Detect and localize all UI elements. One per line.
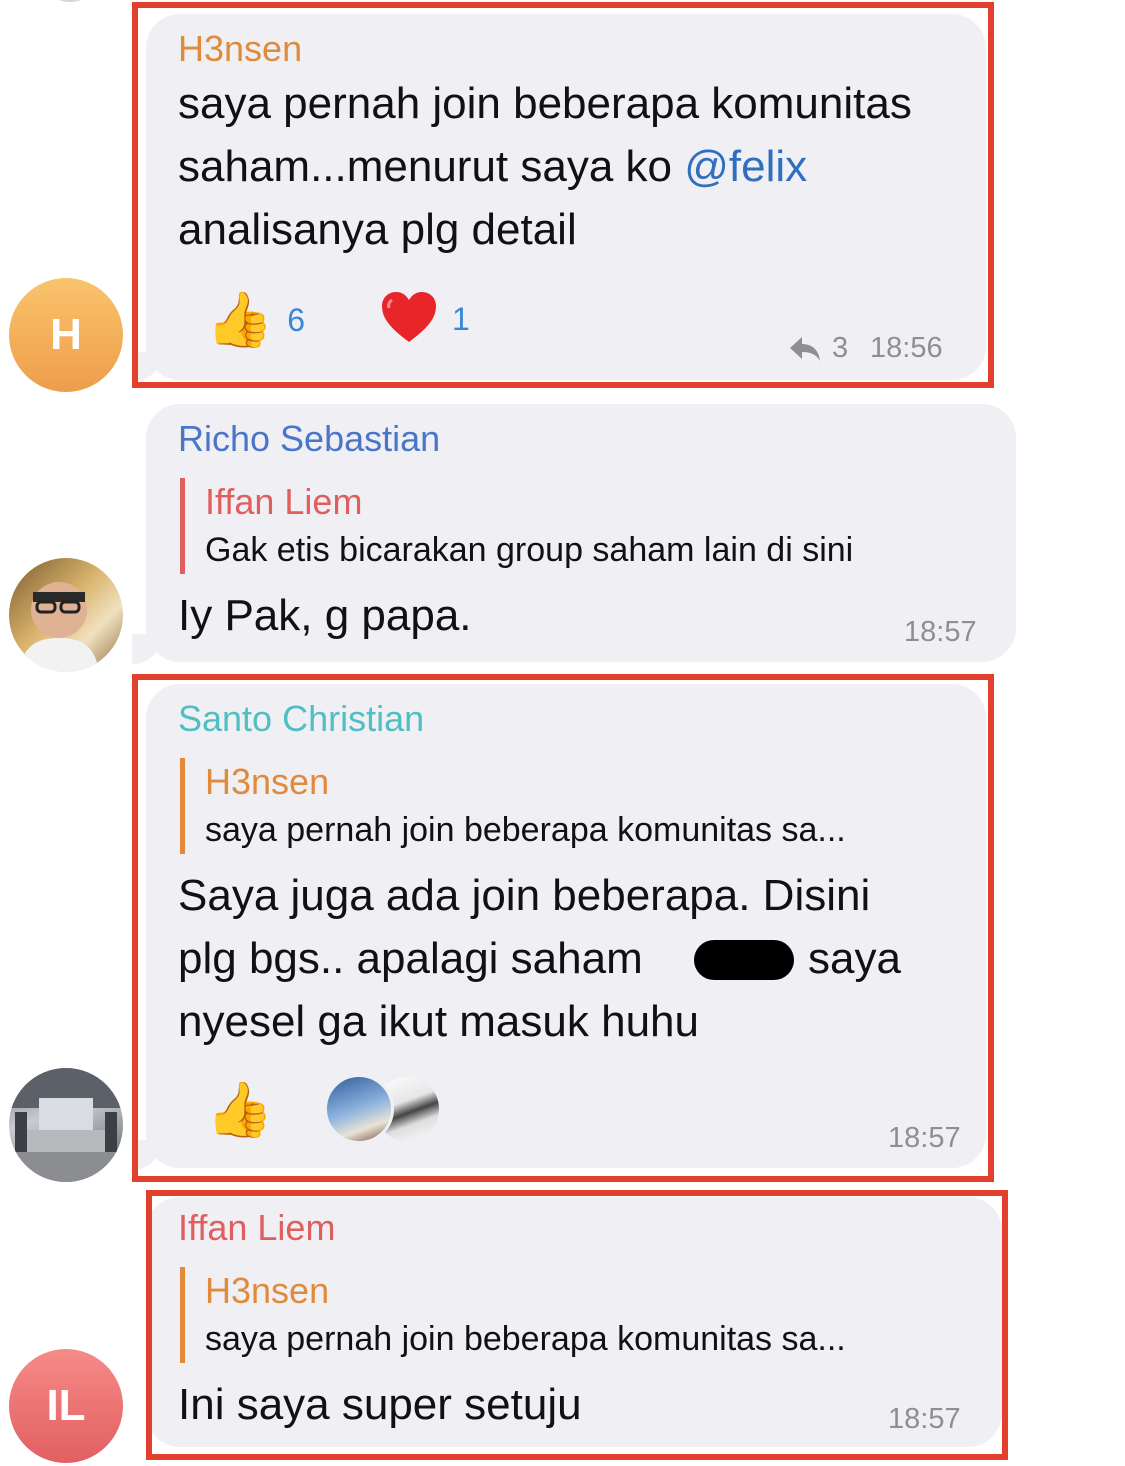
reply-quote-text: Gak etis bicarakan group saham lain di s… — [205, 531, 854, 569]
message-bubble[interactable]: Richo Sebastian Iffan Liem Gak etis bica… — [146, 404, 1016, 662]
message-text: Iy Pak, g papa. — [178, 591, 472, 640]
avatar-iffan-liem[interactable]: IL — [9, 1349, 123, 1463]
avatar-initial: IL — [46, 1381, 86, 1430]
avatar-partial — [30, 0, 110, 2]
reply-quote[interactable]: Iffan Liem Gak etis bicarakan group saha… — [180, 478, 853, 574]
person-photo-icon — [19, 582, 99, 672]
avatar-initial: H — [50, 310, 82, 359]
reactor-avatar[interactable] — [324, 1074, 394, 1144]
avatar-h3nsen[interactable]: H — [9, 278, 123, 392]
avatar-richo-sebastian[interactable] — [9, 558, 123, 672]
timestamp: 18:57 — [904, 616, 977, 648]
sender-name[interactable]: Richo Sebastian — [178, 418, 440, 460]
room-photo-icon — [9, 1068, 123, 1182]
avatar-santo-christian[interactable] — [9, 1068, 123, 1182]
highlight-frame — [132, 674, 994, 1182]
highlight-frame — [132, 2, 994, 388]
reply-quote-name: Iffan Liem — [205, 481, 363, 522]
highlight-frame — [146, 1190, 1008, 1460]
